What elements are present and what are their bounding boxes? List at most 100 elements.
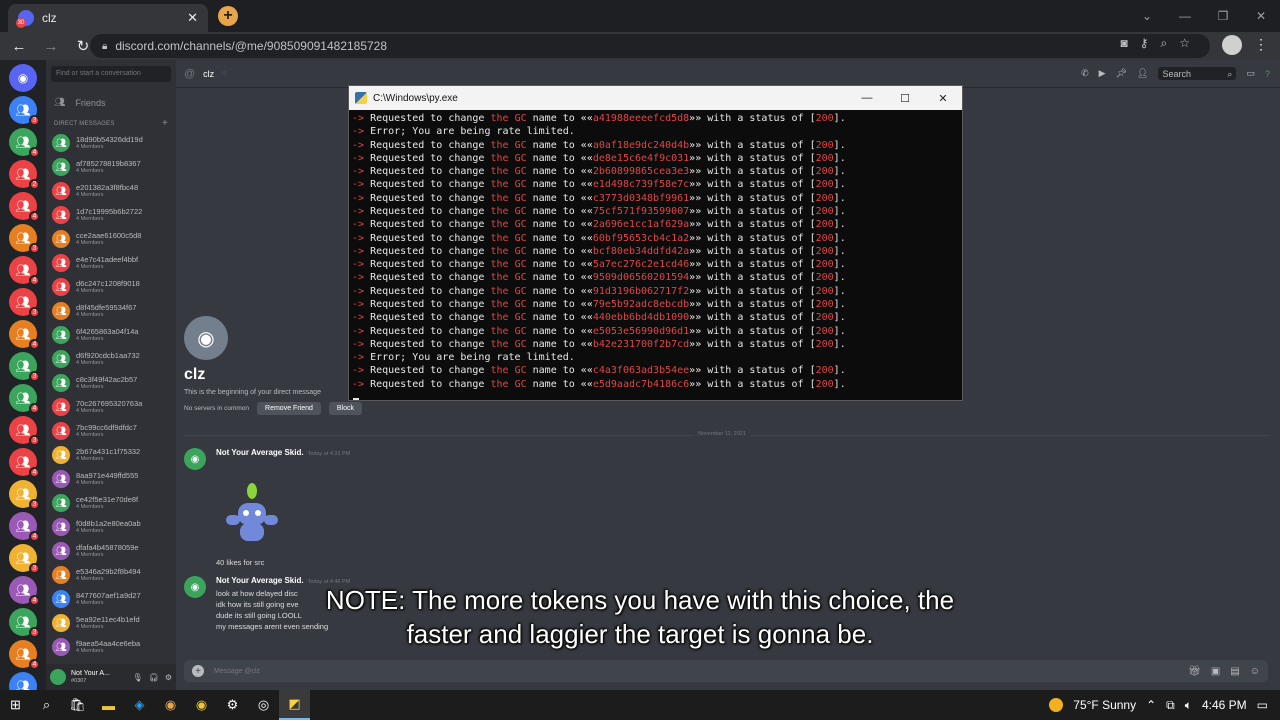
dm-list-item[interactable]: 👥︎ e201382a3f8fbc48 4 Members	[46, 179, 176, 203]
mic-icon[interactable]: 🎙︎	[133, 673, 143, 682]
remove-friend-button[interactable]: Remove Friend	[257, 402, 321, 415]
windows-start-icon[interactable]: ⊞	[0, 690, 31, 720]
chrome-icon[interactable]: ◉	[155, 690, 186, 720]
key-icon[interactable]: ⚷	[1140, 36, 1149, 51]
create-dm-icon[interactable]: +	[162, 119, 168, 129]
settings-gear-icon[interactable]: ⚙	[165, 673, 172, 682]
dm-list-item[interactable]: 👥︎ 70c267695320763a 4 Members	[46, 395, 176, 419]
gift-icon[interactable]: 🎁︎	[1188, 666, 1201, 677]
github-icon[interactable]: ◎	[248, 690, 279, 720]
dm-list-item[interactable]: 👥︎ 8aa971e449ffd555 4 Members	[46, 467, 176, 491]
dm-list-item[interactable]: 👥︎ 18d90b54326dd19d 4 Members	[46, 131, 176, 155]
dm-list-item[interactable]: 👥︎ cce2aae61600c5d8 4 Members	[46, 227, 176, 251]
close-window-icon[interactable]: ✕	[1242, 0, 1280, 32]
dm-list-item[interactable]: 👥︎ c8c3f49f42ac2b57 4 Members	[46, 371, 176, 395]
video-icon[interactable]: ▶	[1099, 68, 1106, 79]
search-icon[interactable]: ⌕	[31, 690, 62, 720]
dm-search-input[interactable]: Find or start a conversation	[51, 66, 171, 82]
forward-icon[interactable]: →	[38, 33, 64, 59]
dm-list-item[interactable]: 👥︎ 7bc99cc6df9dfdc7 4 Members	[46, 419, 176, 443]
group-dm-icon[interactable]: 👥︎ 4	[9, 256, 40, 286]
console-line: -> Requested to change the GC name to ««…	[352, 232, 846, 244]
console-title-bar[interactable]: C:\Windows\py.exe — ☐ ✕	[349, 86, 962, 110]
close-icon[interactable]: ✕	[924, 86, 962, 110]
dm-list-item[interactable]: 👥︎ d8f45dfe59534f67 4 Members	[46, 299, 176, 323]
settings-icon[interactable]: ⚙	[217, 690, 248, 720]
group-dm-icon[interactable]: 👥︎3	[9, 96, 40, 126]
group-dm-icon[interactable]: 👥︎ 4	[9, 128, 40, 158]
browser-menu-icon[interactable]: ⋮	[1254, 36, 1268, 53]
discord-home-icon[interactable]: ◉	[9, 64, 37, 92]
python-taskbar-icon[interactable]: ◩	[279, 690, 310, 720]
console-hash: bcf80eb34ddfd42a	[592, 245, 690, 257]
group-dm-icon[interactable]: 👥︎ 4	[9, 384, 40, 414]
back-icon[interactable]: ←	[6, 33, 32, 59]
chat-search-input[interactable]: Search ⌕	[1158, 67, 1237, 80]
dm-list-item[interactable]: 👥︎ 6f4265863a04f14a 4 Members	[46, 323, 176, 347]
dm-list-item[interactable]: 👥︎ d6f920cdcb1aa732 4 Members	[46, 347, 176, 371]
group-dm-icon[interactable]: 👥︎3	[9, 672, 37, 690]
dm-list-item[interactable]: 👥︎ dfafa4b45878059e 4 Members	[46, 539, 176, 563]
user-avatar[interactable]	[50, 669, 66, 685]
group-dm-icon[interactable]: 👥︎ 4	[9, 320, 40, 350]
call-icon[interactable]: ✆	[1081, 68, 1089, 79]
console-line: -> Requested to change the GC name to ««…	[352, 205, 846, 217]
group-dm-icon[interactable]: 👥︎3	[9, 352, 40, 382]
dm-list-item[interactable]: 👥︎ 2b67a431c1f75332 4 Members	[46, 443, 176, 467]
group-dm-icon[interactable]: 👥︎3	[9, 288, 40, 318]
address-bar[interactable]: 🔒︎ discord.com/channels/@me/908509091482…	[90, 34, 1210, 58]
store-icon[interactable]: 🛍︎	[62, 690, 93, 720]
dm-list-item[interactable]: 👥︎ e4e7c41adeef4bbf 4 Members	[46, 251, 176, 275]
headphones-icon[interactable]: 🎧︎	[149, 673, 159, 682]
friends-nav-item[interactable]: 👥︎ Friends	[46, 88, 176, 117]
add-member-icon[interactable]: 👤︎	[1137, 68, 1148, 79]
inbox-icon[interactable]: ▭	[1246, 68, 1255, 79]
chrome-canary-icon[interactable]: ◉	[186, 690, 217, 720]
group-dm-icon[interactable]: 👥︎3	[9, 224, 40, 254]
network-icon[interactable]: ⧉	[1166, 698, 1175, 713]
group-dm-icon[interactable]: 👥︎ 2	[9, 160, 40, 190]
sticker-icon[interactable]: ▤	[1230, 666, 1239, 677]
group-dm-icon[interactable]: 👥︎3	[9, 544, 40, 574]
profile-avatar[interactable]	[1222, 35, 1242, 55]
chevron-up-icon[interactable]: ⌃	[1146, 698, 1156, 712]
camera-blocked-icon[interactable]: ◙	[1120, 36, 1127, 51]
group-dm-icon[interactable]: 👥︎ 4	[9, 192, 40, 222]
browser-tab[interactable]: 30 clz ✕	[8, 4, 208, 32]
lock-icon[interactable]: 🔒︎	[102, 41, 107, 52]
dm-list-item[interactable]: 👥︎ ce42f5e31e70de8f 4 Members	[46, 491, 176, 515]
volume-icon[interactable]: 🔈︎	[1185, 698, 1192, 713]
group-dm-icon[interactable]: 👥︎3	[9, 416, 40, 446]
file-explorer-icon[interactable]: ▬	[93, 690, 124, 720]
close-tab-icon[interactable]: ✕	[187, 10, 198, 26]
group-dm-icon[interactable]: 👥︎ 4	[9, 448, 40, 478]
message-composer[interactable]: + Message @clz 🎁︎ ▣ ▤ ☺	[184, 660, 1268, 682]
message-author[interactable]: Not Your Average Skid.	[216, 448, 304, 457]
maximize-icon[interactable]: ☐	[886, 86, 924, 110]
pin-icon[interactable]: 📌︎	[1116, 68, 1127, 79]
vscode-icon[interactable]: ◈	[124, 690, 155, 720]
chevron-down-icon[interactable]: ⌄	[1128, 0, 1166, 32]
zoom-icon[interactable]: ⌕	[1161, 36, 1168, 51]
browser-toolbar: ← → ↻ 🔒︎ discord.com/channels/@me/908509…	[0, 32, 1280, 60]
minimize-icon[interactable]: —	[848, 86, 886, 110]
group-dm-icon[interactable]: 👥︎3	[9, 480, 40, 510]
group-avatar-icon: 👥︎	[52, 278, 70, 296]
message-avatar[interactable]: ◉	[184, 448, 206, 470]
clock-time[interactable]: 4:46 PM	[1202, 698, 1247, 712]
dm-list-item[interactable]: 👥︎ 1d7c19995b6b2722 4 Members	[46, 203, 176, 227]
emoji-icon[interactable]: ☺	[1250, 666, 1260, 677]
group-dm-icon[interactable]: 👥︎ 4	[9, 512, 40, 542]
dm-list-item[interactable]: 👥︎ f0d8b1a2e80ea0ab 4 Members	[46, 515, 176, 539]
minimize-icon[interactable]: —	[1166, 0, 1204, 32]
help-icon[interactable]: ?	[1265, 69, 1270, 79]
new-tab-button[interactable]: +	[218, 6, 238, 26]
restore-icon[interactable]: ❐	[1204, 0, 1242, 32]
bookmark-star-icon[interactable]: ☆	[1179, 36, 1190, 51]
dm-list-item[interactable]: 👥︎ d6c247c1208f9018 4 Members	[46, 275, 176, 299]
gif-icon[interactable]: ▣	[1211, 666, 1220, 677]
attach-plus-icon[interactable]: +	[192, 665, 204, 677]
dm-list-item[interactable]: 👥︎ af785278819b8367 4 Members	[46, 155, 176, 179]
weather-text[interactable]: 75°F Sunny	[1073, 698, 1136, 712]
notifications-icon[interactable]: ▭	[1257, 698, 1268, 712]
